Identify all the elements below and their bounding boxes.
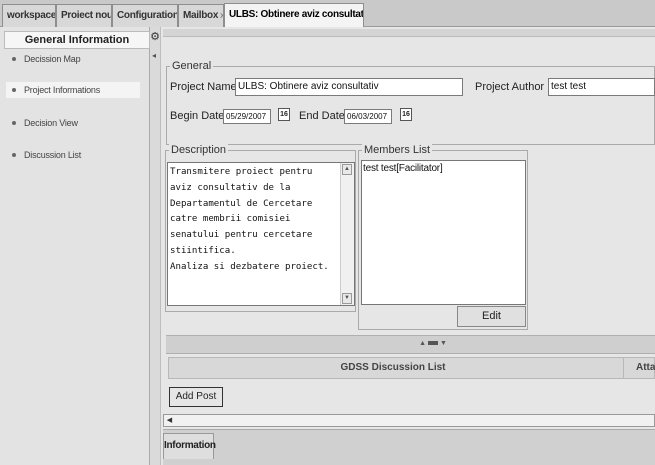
description-textarea[interactable]: Transmitere proiect pentru aviz consulta… (167, 162, 355, 306)
tab-proiect-nou[interactable]: Proiect noux (56, 4, 112, 27)
end-date-label: End Date (299, 110, 345, 122)
column-header-attachments[interactable]: Attac (623, 357, 655, 379)
sidebar-item-decission-map[interactable]: Decission Map (6, 51, 140, 67)
gear-icon[interactable]: ⚙ (150, 31, 160, 43)
list-item[interactable]: test test[Facilitator] (363, 162, 443, 176)
sidebar-item-project-informations[interactable]: Project Informations (6, 82, 140, 98)
bullet-icon (12, 57, 16, 61)
bullet-icon (12, 88, 16, 92)
tab-label: Configuration (117, 10, 178, 21)
project-author-label: Project Author (475, 81, 545, 93)
begin-date-input[interactable]: 05/29/2007 (223, 109, 271, 124)
scroll-up-icon[interactable]: ▲ (342, 164, 352, 175)
tab-label: workspace (7, 10, 56, 21)
bullet-icon (12, 153, 16, 157)
sidebar-item-label: Decission Map (24, 54, 81, 64)
calendar-icon[interactable]: 16 (400, 108, 412, 121)
scroll-left-icon[interactable]: ◀ (164, 415, 175, 426)
content-toolbar (163, 29, 655, 37)
add-post-button[interactable]: Add Post (169, 387, 223, 407)
bullet-icon (12, 121, 16, 125)
members-legend: Members List (362, 144, 433, 156)
resize-handle-icon[interactable]: ▲ ▼ (413, 338, 453, 350)
calendar-icon[interactable]: 16 (278, 108, 290, 121)
tab-label: ULBS: Obtinere aviz consultativ (229, 9, 364, 20)
sidebar-item-label: Project Informations (24, 85, 101, 95)
tab-information[interactable]: Information (163, 433, 216, 459)
collapse-arrow-icon[interactable]: ◂ (152, 51, 160, 61)
project-author-input[interactable]: test test (548, 78, 655, 96)
sidebar-item-label: Decision View (24, 118, 78, 128)
description-legend: Description (169, 144, 229, 156)
sidebar-item-discussion-list[interactable]: Discussion List (6, 147, 140, 163)
discussion-list-title: GDSS Discussion List (340, 362, 446, 373)
members-list[interactable]: test test[Facilitator] (361, 160, 526, 305)
horizontal-scrollbar[interactable]: ◀ (163, 414, 655, 427)
sidebar-header: General Information (4, 31, 150, 49)
end-date-input[interactable]: 06/03/2007 (344, 109, 392, 124)
tab-ulbs-project[interactable]: ULBS: Obtinere aviz consultativx (224, 3, 364, 28)
scroll-down-icon[interactable]: ▼ (342, 293, 352, 304)
tab-label: Mailbox (183, 10, 219, 21)
description-scrollbar[interactable]: ▲ ▼ (340, 163, 354, 305)
bottom-tab-strip (163, 429, 655, 465)
tab-label: Proiect nou (61, 10, 112, 21)
sidebar-item-decision-view[interactable]: Decision View (6, 115, 140, 131)
general-legend: General (170, 60, 214, 72)
edit-button[interactable]: Edit (457, 306, 526, 327)
description-text: Transmitere proiect pentru aviz consulta… (170, 167, 329, 272)
tab-configuration[interactable]: Configurationx (112, 4, 178, 27)
project-name-input[interactable]: ULBS: Obtinere aviz consultativ (235, 78, 463, 96)
project-name-label: Project Name (170, 81, 237, 93)
panel-splitter[interactable] (150, 27, 161, 465)
begin-date-label: Begin Date (170, 110, 225, 122)
tab-workspace[interactable]: workspace (2, 4, 56, 27)
sidebar-item-label: Discussion List (24, 150, 82, 160)
panel-separator[interactable] (166, 335, 655, 354)
tab-mailbox[interactable]: Mailbox x (178, 4, 224, 27)
